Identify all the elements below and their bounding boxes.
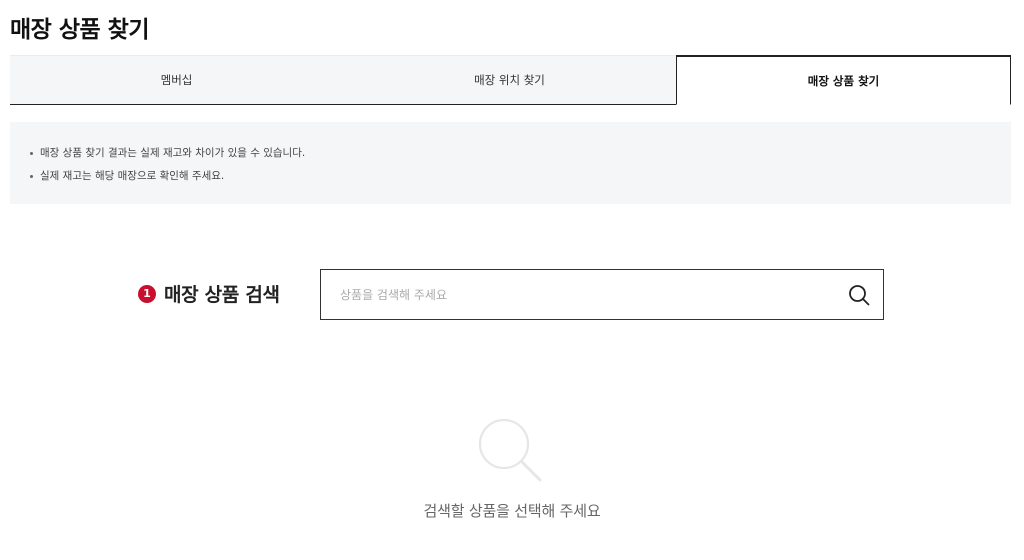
notice-text: 실제 재고는 해당 매장으로 확인해 주세요.	[40, 170, 225, 182]
notice-text: 매장 상품 찾기 결과는 실제 재고와 차이가 있을 수 있습니다.	[40, 147, 306, 159]
tab-store-location[interactable]: 매장 위치 찾기	[343, 55, 676, 105]
search-label-text: 매장 상품 검색	[164, 284, 280, 306]
notice-item: 매장 상품 찾기 결과는 실제 재고와 차이가 있을 수 있습니다.	[30, 142, 1011, 165]
notice-box: 매장 상품 찾기 결과는 실제 재고와 차이가 있을 수 있습니다. 실제 재고…	[10, 122, 1011, 204]
search-input[interactable]	[321, 270, 835, 319]
search-icon	[849, 284, 870, 305]
tab-store-product[interactable]: 매장 상품 찾기	[676, 55, 1011, 105]
bullet-icon	[30, 152, 33, 155]
search-box	[320, 269, 884, 320]
empty-message: 검색할 상품을 선택해 주세요	[423, 502, 601, 520]
search-button[interactable]	[835, 270, 883, 319]
search-label: 1 매장 상품 검색	[138, 280, 280, 307]
page-title: 매장 상품 찾기	[10, 17, 149, 43]
tab-bar: 멤버십 매장 위치 찾기 매장 상품 찾기	[10, 55, 1011, 105]
step-badge: 1	[138, 284, 156, 303]
tab-membership[interactable]: 멤버십	[10, 55, 343, 105]
magnifier-empty-icon	[478, 418, 542, 482]
bullet-icon	[30, 175, 33, 178]
notice-item: 실제 재고는 해당 매장으로 확인해 주세요.	[30, 165, 1011, 188]
